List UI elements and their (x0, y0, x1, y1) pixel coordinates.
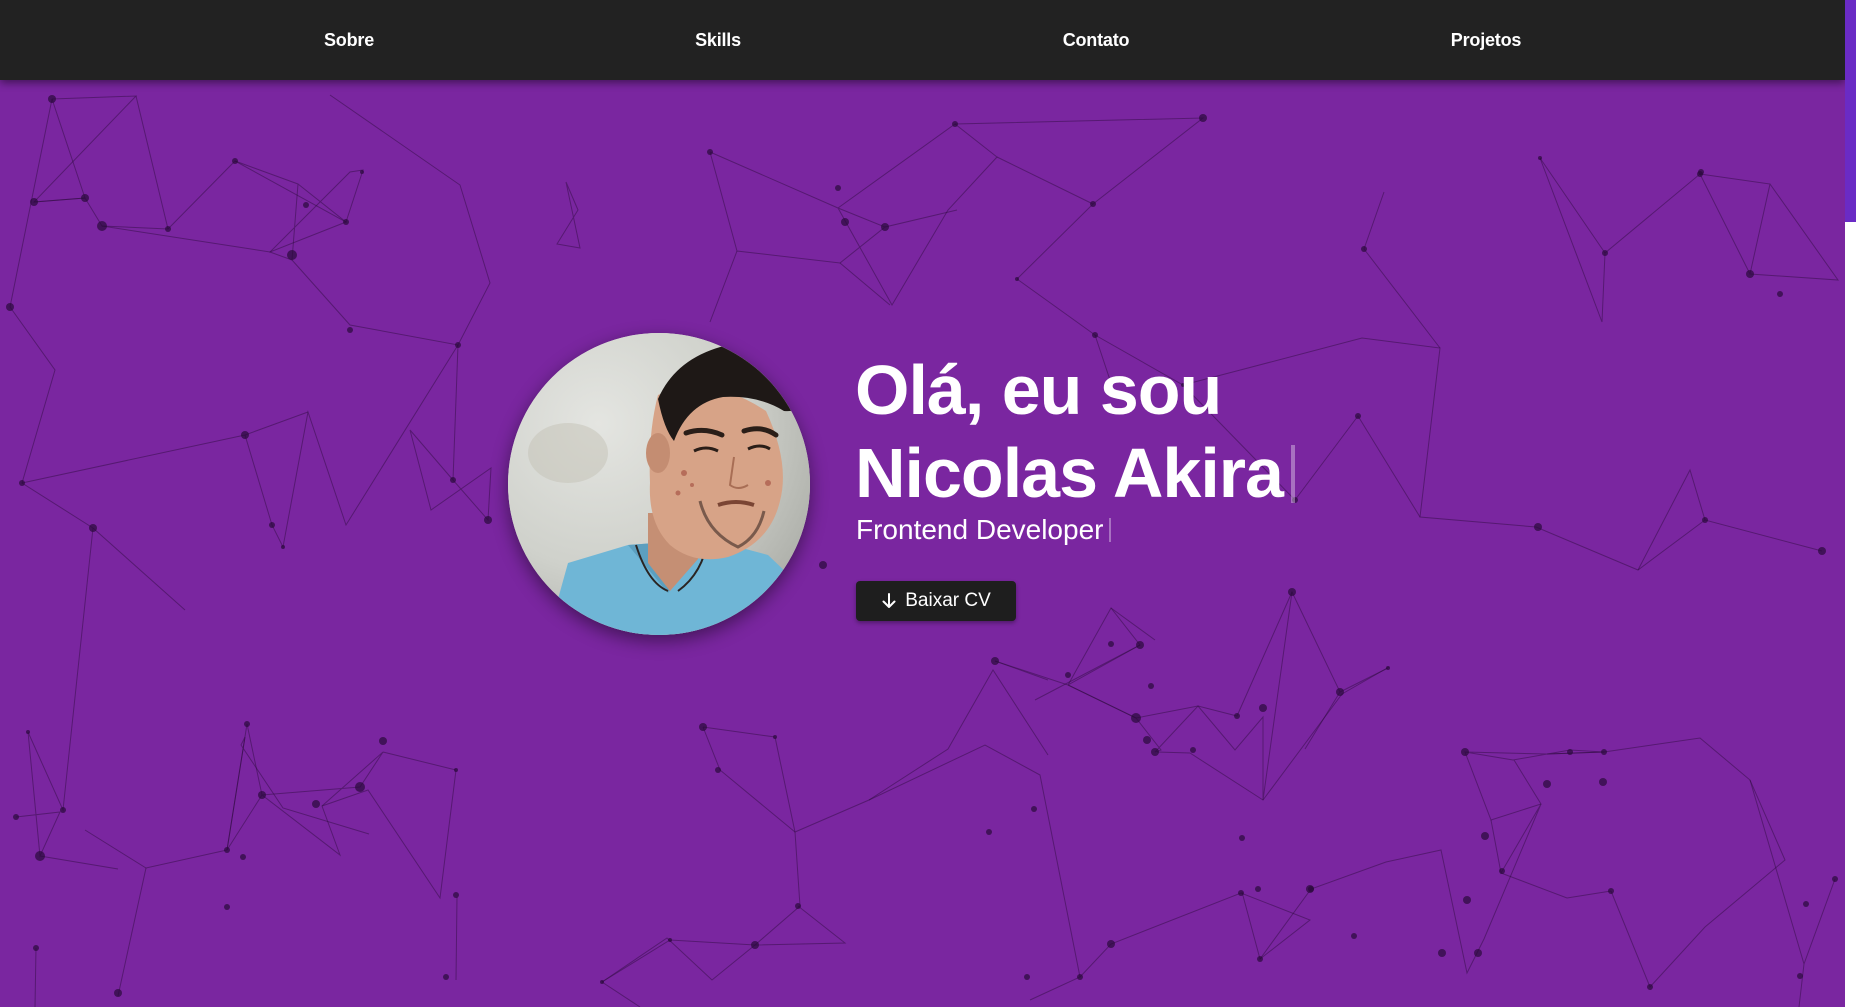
viewport[interactable]: Sobre Skills Contato Projetos Olá, eu so… (0, 0, 1845, 1007)
typing-cursor (1290, 445, 1295, 503)
hero-section: Olá, eu sou Nicolas Akira Frontend Devel… (0, 0, 1845, 1007)
nav-link-skills[interactable]: Skills (695, 0, 741, 80)
navbar: Sobre Skills Contato Projetos (0, 0, 1845, 80)
download-cv-label: Baixar CV (905, 590, 991, 611)
download-cv-button[interactable]: Baixar CV (856, 581, 1016, 621)
hero-name-line: Nicolas Akira (855, 438, 1295, 508)
page: Sobre Skills Contato Projetos Olá, eu so… (0, 0, 1856, 1007)
arrow-down-icon (882, 593, 896, 608)
nav-link-projetos[interactable]: Projetos (1451, 0, 1522, 80)
hero-role: Frontend Developer (856, 514, 1112, 545)
hero-role-text: Frontend Developer (856, 514, 1104, 545)
nav-link-contato[interactable]: Contato (1063, 0, 1130, 80)
hero-greeting: Olá, eu sou (855, 351, 1222, 429)
typing-cursor-small (1109, 518, 1112, 542)
scrollbar[interactable] (1845, 0, 1856, 1007)
nav-link-sobre[interactable]: Sobre (324, 0, 374, 80)
hero-name: Nicolas Akira (855, 434, 1284, 512)
profile-photo (508, 333, 810, 635)
scrollbar-thumb[interactable] (1845, 0, 1856, 222)
avatar (508, 333, 810, 635)
